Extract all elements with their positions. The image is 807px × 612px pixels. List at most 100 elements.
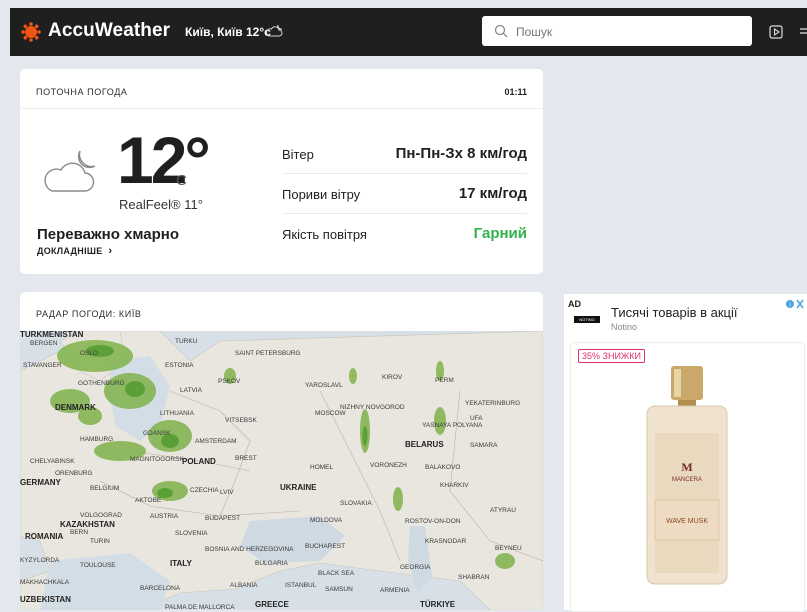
map-label: ORENBURG [55, 470, 93, 477]
detail-row-wind: Вітер Пн-Пн-Зх 8 км/год [282, 134, 527, 174]
map-label: GREECE [255, 600, 289, 609]
map-label: MOSCOW [315, 410, 347, 417]
map-label: UFA [470, 415, 483, 422]
map-label: MOLDOVA [310, 517, 343, 524]
detail-row-wind-gusts: Пориви вітру 17 км/год [282, 174, 527, 214]
chevron-right-icon: › [108, 245, 113, 257]
advertisement[interactable]: AD i NOTINO Тисячі товарів в акції Notin… [564, 294, 807, 612]
detail-row-air-quality[interactable]: Якість повітря Гарний [282, 214, 527, 253]
weather-details-list: Вітер Пн-Пн-Зх 8 км/год Пориви вітру 17 … [282, 134, 527, 253]
radar-card[interactable]: РАДАР ПОГОДИ: КИЇВ BERGEN OSLO TURKU SAI… [20, 292, 543, 610]
realfeel-temperature: RealFeel® 11° [119, 197, 203, 212]
map-label: AUSTRIA [150, 513, 179, 520]
map-label: UZBEKISTAN [20, 595, 71, 604]
map-label: HAMBURG [80, 436, 113, 443]
ad-label: AD [568, 299, 581, 309]
detail-label: Якість повітря [282, 227, 367, 242]
map-label: KIROV [382, 374, 403, 381]
map-label: BELARUS [405, 440, 444, 449]
map-label: SAMSUN [325, 586, 353, 593]
map-label: BULGARIA [255, 560, 289, 567]
map-label: NIZHNY NOVGOROD [340, 404, 405, 411]
map-label: SLOVAKIA [340, 500, 372, 507]
ad-product-image[interactable]: 35% ЗНИЖКИ M MANCERA WAVE MUSK [570, 342, 805, 612]
detail-label: Пориви вітру [282, 187, 361, 202]
map-label: KYZYLORDA [20, 557, 60, 564]
search-box[interactable] [482, 16, 752, 46]
map-label: OSLO [80, 350, 98, 357]
map-label: ALBANIA [230, 582, 258, 589]
map-label: MAKHACHKALA [20, 579, 70, 586]
map-label: VOLGOGRAD [80, 512, 122, 519]
divider [20, 108, 543, 109]
map-label: BUCHAREST [305, 543, 345, 550]
map-label: BREST [235, 455, 257, 462]
map-label: POLAND [182, 457, 216, 466]
svg-text:M: M [681, 460, 692, 474]
map-label: BARCELONA [140, 585, 181, 592]
map-label: SAINT PETERSBURG [235, 350, 301, 357]
weather-phrase: Переважно хмарно [37, 226, 179, 243]
map-label: VITSEBSK [225, 417, 257, 424]
accuweather-logo-icon[interactable] [21, 22, 41, 42]
map-label: DENMARK [55, 403, 96, 412]
map-label: BOSNIA AND HERZEGOVINA [205, 546, 294, 553]
map-label: YAROSLAVL [305, 382, 343, 389]
temperature-unit: C [176, 172, 187, 189]
ad-choices-icon[interactable]: i [785, 298, 805, 310]
map-label: ITALY [170, 559, 192, 568]
map-label: GDANSK [143, 430, 171, 437]
map-label: ESTONIA [165, 362, 194, 369]
perfume-bottle-image: M MANCERA WAVE MUSK [646, 366, 728, 585]
map-label: BERGEN [30, 340, 58, 347]
detail-label: Вітер [282, 147, 314, 162]
current-temperature: 12° [117, 123, 211, 197]
top-navigation-bar: AccuWeather Київ, Київ 12°c [10, 8, 807, 56]
map-label: KRASNODAR [425, 538, 466, 545]
ad-title[interactable]: Тисячі товарів в акції [611, 305, 738, 320]
map-label: TURKMENISTAN [20, 331, 84, 339]
video-play-icon[interactable] [768, 24, 784, 40]
current-weather-card[interactable]: ПОТОЧНА ПОГОДА 01:11 12° C RealFeel® 11°… [20, 69, 543, 274]
more-details-link[interactable]: ДОКЛАДНІШЕ › [37, 245, 112, 257]
ad-advertiser: Notino [611, 322, 638, 332]
map-label: BUDAPEST [205, 515, 240, 522]
observation-time: 01:11 [504, 87, 527, 97]
map-label: PALMA DE MALLORCA [165, 604, 235, 610]
map-label: AMSTERDAM [195, 438, 237, 445]
more-details-label: ДОКЛАДНІШЕ [37, 246, 103, 256]
card-title: ПОТОЧНА ПОГОДА [36, 87, 128, 97]
map-label: TURIN [90, 538, 110, 545]
search-icon [494, 24, 508, 38]
map-label: SLOVENIA [175, 530, 208, 537]
map-label: TURKU [175, 338, 198, 345]
header-location[interactable]: Київ, Київ [185, 25, 243, 39]
map-label: STAVANGER [23, 362, 62, 369]
map-label: BLACK SEA [318, 570, 355, 577]
cloud-moon-icon [266, 24, 283, 37]
map-label: LATVIA [180, 387, 203, 394]
search-input[interactable] [514, 22, 738, 42]
air-quality-value: Гарний [473, 225, 527, 242]
map-label: GERMANY [20, 478, 62, 487]
map-label: KHARKIV [440, 482, 469, 489]
map-label: SAMARA [470, 442, 498, 449]
map-label: YEKATERINBURG [465, 400, 520, 407]
menu-icon[interactable] [798, 24, 807, 40]
radar-map[interactable]: BERGEN OSLO TURKU SAINT PETERSBURG STAVANGER… [20, 331, 543, 610]
map-label: GOTHENBURG [78, 380, 125, 387]
map-label: ROSTOV-ON-DON [405, 518, 461, 525]
brand-name[interactable]: AccuWeather [48, 20, 170, 42]
map-label: YASNAYA POLYANA [422, 422, 483, 429]
map-label: GEORGIA [400, 564, 431, 571]
map-label: BELGIUM [90, 485, 119, 492]
map-label: VORONEZH [370, 462, 407, 469]
cloud-moon-icon [44, 150, 96, 192]
product-brand: MANCERA [672, 477, 702, 483]
map-label: KAZAKHSTAN [60, 520, 115, 529]
map-label: BERN [70, 529, 88, 536]
map-label: CZECHIA [190, 487, 219, 494]
map-label: UKRAINE [280, 483, 317, 492]
advertiser-logo[interactable]: NOTINO [574, 316, 600, 323]
map-label: LITHUANIA [160, 410, 195, 417]
